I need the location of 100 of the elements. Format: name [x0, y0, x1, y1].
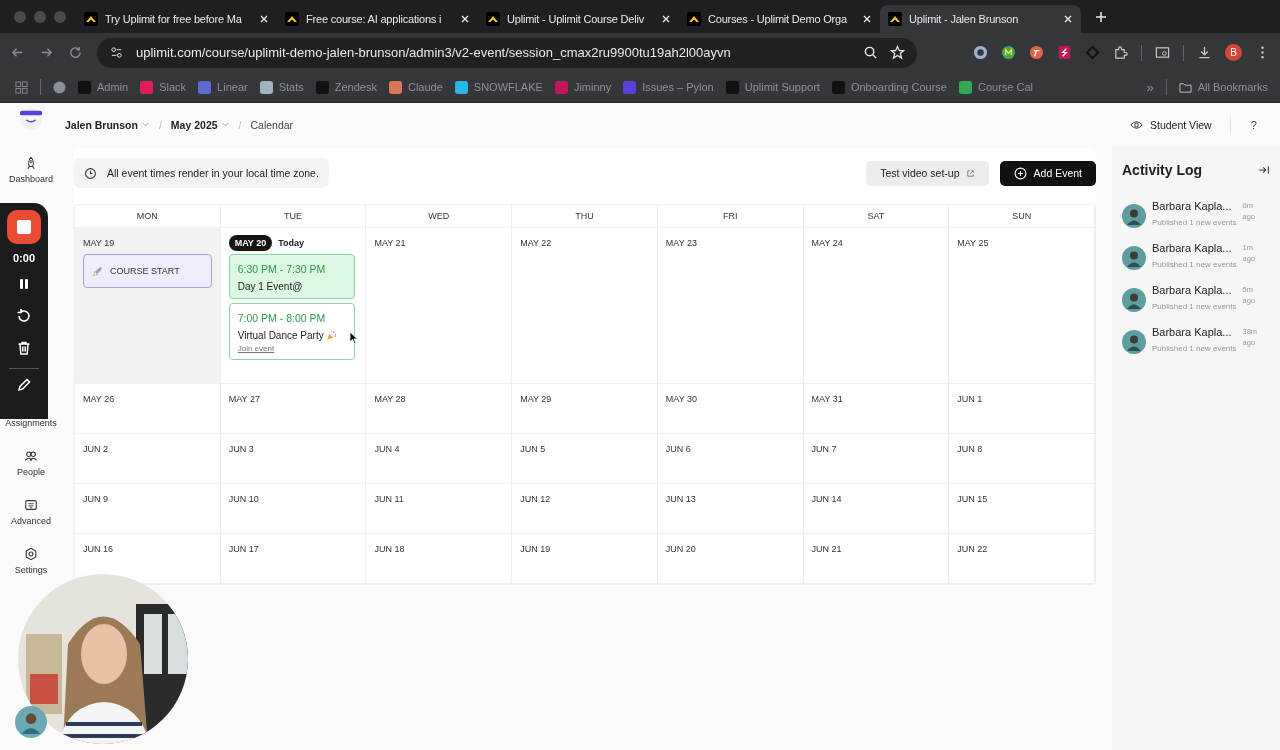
day-cell[interactable]: JUN 12 [512, 484, 658, 534]
close-icon[interactable] [1063, 14, 1073, 24]
settings-icon[interactable] [24, 547, 38, 561]
extension-icon[interactable] [973, 45, 988, 60]
bookmark[interactable]: Zendesk [334, 81, 377, 93]
bookmark[interactable]: Uplimit Support [744, 81, 820, 93]
pencil-icon[interactable] [16, 377, 32, 393]
day-cell[interactable]: JUN 11 [366, 484, 513, 534]
bookmark[interactable]: Course Cal [977, 81, 1033, 93]
breadcrumb[interactable]: Calendar [250, 118, 294, 131]
all-bookmarks-button[interactable]: All Bookmarks [1178, 80, 1268, 94]
restart-icon[interactable] [16, 308, 32, 324]
trash-icon[interactable] [16, 340, 32, 356]
event-card[interactable]: 7:00 PM - 8:00 PM Virtual Dance Party Join event [228, 303, 356, 360]
day-cell[interactable]: JUN 4 [366, 434, 513, 484]
day-cell[interactable]: JUN 3 [220, 434, 367, 484]
day-cell[interactable]: JUN 6 [657, 434, 804, 484]
star-icon[interactable] [890, 45, 905, 60]
day-cell[interactable]: MAY 27 [220, 384, 367, 434]
day-cell[interactable]: JUN 18 [366, 534, 513, 584]
download-icon[interactable] [1197, 45, 1212, 60]
close-icon[interactable] [460, 14, 470, 24]
day-cell[interactable]: MAY 31 [803, 384, 950, 434]
folder-icon[interactable] [1178, 80, 1192, 94]
day-cell[interactable]: MAY 29 [512, 384, 658, 434]
day-cell[interactable]: JUN 17 [220, 534, 367, 584]
bookmark-icon[interactable] [958, 80, 972, 94]
day-cell[interactable]: JUN 13 [657, 484, 804, 534]
bookmark[interactable]: Slack [159, 81, 187, 93]
breadcrumb[interactable]: May 2025 [170, 118, 230, 131]
bookmark[interactable]: SNOWFLAKE [473, 81, 543, 93]
day-cell[interactable]: JUN 2 [75, 434, 221, 484]
day-cell[interactable]: MAY 20 Today 6:30 PM - 7:30 PM Day 1 Event@ 7:00 PM - 8:00 PM Virtual Dance Party Join event [220, 228, 367, 384]
bookmark[interactable]: Issues – Pylon [642, 81, 714, 93]
extension-icon[interactable] [1057, 45, 1072, 60]
site-settings-icon[interactable] [109, 45, 124, 60]
day-cell[interactable]: MAY 28 [366, 384, 513, 434]
day-cell[interactable]: JUN 20 [657, 534, 804, 584]
event-banner[interactable]: COURSE START [83, 254, 212, 288]
plus-icon[interactable] [1013, 166, 1027, 180]
bookmark[interactable]: Onboarding Course [850, 81, 947, 93]
day-cell[interactable]: JUN 9 [75, 484, 221, 534]
tab-search-icon[interactable] [1155, 45, 1170, 60]
profile-avatar[interactable]: B [1225, 44, 1242, 61]
nav-label[interactable]: Dashboard [9, 174, 53, 184]
day-cell[interactable]: MAY 24 [803, 228, 950, 384]
day-cell[interactable]: JUN 15 [949, 484, 1095, 534]
browser-tab[interactable]: Free course: AI applications i [277, 5, 478, 33]
day-cell[interactable]: JUN 10 [220, 484, 367, 534]
day-cell[interactable]: JUN 8 [949, 434, 1095, 484]
bookmark[interactable]: Claude [407, 81, 443, 93]
close-icon[interactable] [862, 14, 872, 24]
close-icon[interactable] [661, 14, 671, 24]
add-event-button[interactable]: Add Event [999, 160, 1096, 186]
bookmark[interactable]: Admin [97, 81, 129, 93]
day-cell[interactable]: MAY 22 [512, 228, 658, 384]
day-cell[interactable]: JUN 1 [949, 384, 1095, 434]
people-icon[interactable] [24, 449, 38, 463]
nav-label[interactable]: Advanced [11, 516, 51, 526]
day-cell[interactable]: MAY 25 [949, 228, 1095, 384]
bookmark-icon[interactable] [53, 80, 66, 94]
extension-icon[interactable] [1001, 45, 1016, 60]
browser-tab[interactable]: Try Uplimit for free before Ma [76, 5, 277, 33]
bookmark[interactable]: Stats [278, 81, 304, 93]
day-cell[interactable]: MAY 26 [75, 384, 221, 434]
external-link-icon[interactable] [965, 168, 975, 178]
breadcrumb[interactable]: Jalen Brunson [65, 118, 150, 131]
bookmark-icon[interactable] [140, 80, 154, 94]
day-cell[interactable]: MAY 30 [657, 384, 804, 434]
day-cell[interactable]: JUN 19 [512, 534, 658, 584]
extension-icon[interactable] [1029, 45, 1044, 60]
bookmark[interactable]: Linear [217, 81, 248, 93]
logo-icon[interactable] [17, 107, 45, 131]
day-cell[interactable]: JUN 22 [949, 534, 1095, 584]
join-event-link[interactable]: Join event [237, 344, 349, 353]
day-cell[interactable]: JUN 7 [803, 434, 950, 484]
day-cell[interactable]: JUN 21 [803, 534, 950, 584]
browser-tab[interactable]: Uplimit - Uplimit Course Deliv [478, 5, 679, 33]
close-icon[interactable] [259, 14, 269, 24]
day-cell[interactable]: MAY 23 [657, 228, 804, 384]
address-bar[interactable]: uplimit.com/course/uplimit-demo-jalen-brunson/admin3/v2-event/session_cmax2ru9900tu19ah2l00ayvn [97, 37, 917, 68]
day-cell[interactable]: JUN 14 [803, 484, 950, 534]
reload-icon[interactable] [68, 45, 83, 60]
stop-recording-button[interactable] [7, 210, 41, 244]
day-cell[interactable]: MAY 21 [366, 228, 513, 384]
day-cell[interactable]: MAY 19 COURSE START [75, 228, 221, 384]
bookmark-icon[interactable] [388, 80, 402, 94]
monitor-icon[interactable] [24, 498, 38, 512]
browser-tab[interactable]: Uplimit - Jalen Brunson [880, 5, 1081, 33]
bookmark-icon[interactable] [454, 80, 468, 94]
collapse-icon[interactable] [1258, 164, 1270, 176]
browser-tab[interactable]: Courses - Uplimit Demo Orga [679, 5, 880, 33]
more-bookmarks-button[interactable]: » [1146, 79, 1154, 95]
puzzle-icon[interactable] [1113, 45, 1128, 60]
test-video-button[interactable]: Test video set-up [866, 160, 989, 186]
eye-icon[interactable] [1130, 119, 1143, 130]
nav-label[interactable]: Assignments [5, 418, 57, 428]
day-cell[interactable]: JUN 5 [512, 434, 658, 484]
new-tab-icon[interactable] [1095, 10, 1107, 23]
event-card[interactable]: 6:30 PM - 7:30 PM Day 1 Event@ [228, 254, 356, 299]
